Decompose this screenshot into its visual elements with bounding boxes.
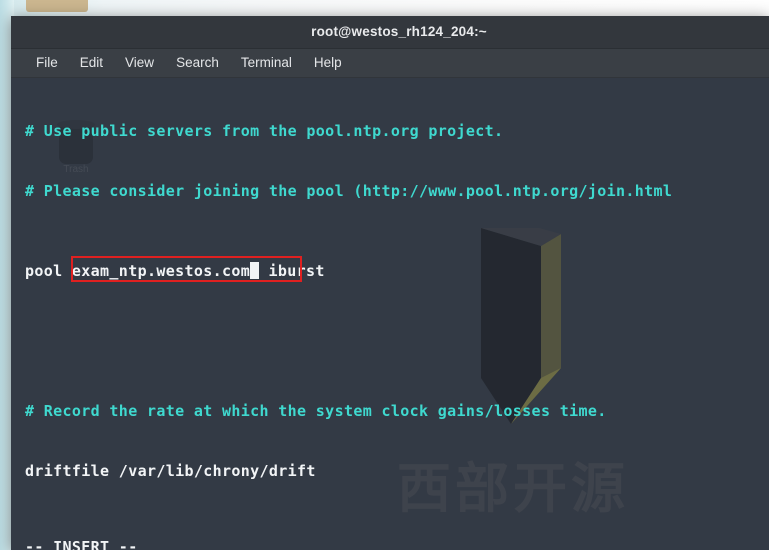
terminal-line: # Use public servers from the pool.ntp.o… (25, 122, 504, 140)
window-title: root@westos_rh124_204:~ (311, 24, 487, 39)
menu-item-search[interactable]: Search (165, 49, 230, 77)
terminal-line: # Please consider joining the pool (http… (25, 182, 673, 200)
vim-status-line: -- INSERT -- (25, 538, 138, 550)
terminal-line: driftfile /var/lib/chrony/drift (25, 462, 316, 480)
pool-option: iburst (259, 262, 325, 280)
terminal-content-area[interactable]: Trash 西部开源 # Use public servers from the… (11, 78, 769, 550)
folder-icon[interactable] (26, 0, 88, 16)
menu-item-help[interactable]: Help (303, 49, 353, 77)
terminal-line: # Record the rate at which the system cl… (25, 402, 607, 420)
menu-item-edit[interactable]: Edit (69, 49, 114, 77)
menu-item-view[interactable]: View (114, 49, 165, 77)
menu-item-terminal[interactable]: Terminal (230, 49, 303, 77)
terminal-line-pool: pool exam_ntp.westos.com iburst (25, 256, 769, 282)
menu-item-file[interactable]: File (25, 49, 69, 77)
folder-icon-body (26, 0, 88, 12)
text-cursor (250, 262, 260, 279)
menu-bar: File Edit View Search Terminal Help (11, 49, 769, 78)
pool-directive: pool (25, 262, 72, 280)
ntp-server-value: exam_ntp.westos.com (71, 262, 251, 280)
terminal-text: # Use public servers from the pool.ntp.o… (11, 78, 769, 550)
terminal-window[interactable]: root@westos_rh124_204:~ File Edit View S… (11, 16, 769, 550)
window-titlebar[interactable]: root@westos_rh124_204:~ (11, 16, 769, 49)
